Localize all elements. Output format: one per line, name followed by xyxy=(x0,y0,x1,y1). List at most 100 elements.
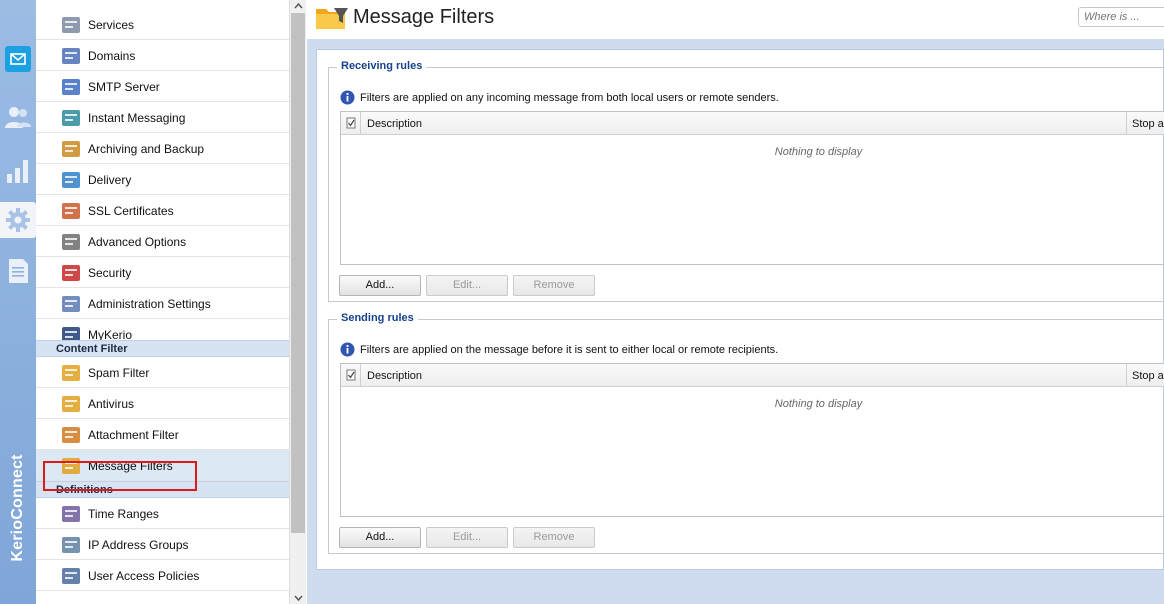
nav-item-label: Instant Messaging xyxy=(88,111,186,125)
chevron-up-icon xyxy=(294,2,303,9)
description-column-header[interactable]: Description xyxy=(367,370,422,382)
nav-item-user-access-policies[interactable]: User Access Policies xyxy=(36,560,289,591)
nav-item-label: Spam Filter xyxy=(88,366,150,380)
scroll-down-button[interactable] xyxy=(290,592,307,604)
archiving-icon xyxy=(61,139,81,159)
empty-message: Nothing to display xyxy=(774,398,863,410)
nav-item-label: Domains xyxy=(88,49,136,63)
nav-item-label: Security xyxy=(88,266,132,280)
nav-item-label: User Access Policies xyxy=(88,569,200,583)
users-rail-button[interactable] xyxy=(0,99,36,135)
receiving-rules-section: Receiving rules Filters are applied on a… xyxy=(328,60,1164,302)
statistics-rail-button[interactable] xyxy=(0,152,36,188)
scroll-thumb[interactable] xyxy=(291,13,305,533)
highlight-annotation xyxy=(43,461,197,491)
configuration-rail-button[interactable] xyxy=(0,202,36,238)
main-pane: Message Filters Receiving rules Filters … xyxy=(306,0,1164,604)
info-icon xyxy=(340,90,355,105)
antivirus-icon xyxy=(61,394,81,414)
receiving-rules-grid[interactable]: Description Stop ar Nothing to display xyxy=(340,111,1164,265)
nav-item-spam-filter[interactable]: Spam Filter xyxy=(36,357,289,388)
nav-item-domains[interactable]: Domains xyxy=(36,40,289,71)
app-rail: KerioConnect xyxy=(0,0,36,604)
stop-column-header[interactable]: Stop ar xyxy=(1132,370,1164,382)
chevron-down-icon xyxy=(294,595,303,602)
gear-icon xyxy=(6,208,30,232)
receiving-remove-button[interactable]: Remove xyxy=(513,275,595,296)
spam-filter-icon xyxy=(61,363,81,383)
nav-item-instant-messaging[interactable]: Instant Messaging xyxy=(36,102,289,133)
user-policies-icon xyxy=(61,566,81,586)
administration-icon xyxy=(61,294,81,314)
nav-item-label: IP Address Groups xyxy=(88,538,189,552)
ip-groups-icon xyxy=(61,535,81,555)
search-input[interactable] xyxy=(1078,7,1164,27)
sending-rules-grid[interactable]: Description Stop ar Nothing to display xyxy=(340,363,1164,517)
nav-item-time-ranges[interactable]: Time Ranges xyxy=(36,498,289,529)
nav-item-ip-address-groups[interactable]: IP Address Groups xyxy=(36,529,289,560)
sending-rules-section: Sending rules Filters are applied on the… xyxy=(328,312,1164,554)
receiving-add-button[interactable]: Add... xyxy=(339,275,421,296)
nav-item-advanced-options[interactable]: Advanced Options xyxy=(36,226,289,257)
receiving-info-text: Filters are applied on any incoming mess… xyxy=(360,92,779,104)
nav-item-delivery[interactable]: Delivery xyxy=(36,164,289,195)
certificate-icon xyxy=(61,201,81,221)
nav-item-smtp-server[interactable]: SMTP Server xyxy=(36,71,289,102)
checkbox-icon xyxy=(346,369,356,381)
scroll-up-button[interactable] xyxy=(290,0,307,12)
sending-rules-legend: Sending rules xyxy=(337,312,418,324)
nav-scrollbar[interactable] xyxy=(289,0,306,604)
sending-add-button[interactable]: Add... xyxy=(339,527,421,548)
time-ranges-icon xyxy=(61,504,81,524)
mail-icon xyxy=(5,46,31,72)
checkbox-column-header[interactable] xyxy=(341,112,361,135)
logs-icon xyxy=(9,259,28,283)
delivery-icon xyxy=(61,170,81,190)
navigation-tree: Services Domains SMTP Server Instant Messag… xyxy=(36,0,289,604)
advanced-options-icon xyxy=(61,232,81,252)
brand-text: KerioConnect xyxy=(9,454,26,562)
sending-edit-button[interactable]: Edit... xyxy=(426,527,508,548)
nav-item-administration-settings[interactable]: Administration Settings xyxy=(36,288,289,319)
receiving-grid-header: Description Stop ar xyxy=(341,112,1164,135)
users-icon xyxy=(5,107,31,128)
checkbox-icon xyxy=(346,117,356,129)
section-header-content-filter-label: Content Filter xyxy=(56,343,128,355)
attachment-filter-icon xyxy=(61,425,81,445)
domains-icon xyxy=(61,46,81,66)
sending-remove-button[interactable]: Remove xyxy=(513,527,595,548)
nav-item-label: Services xyxy=(88,18,135,32)
nav-item-ssl-certificates[interactable]: SSL Certificates xyxy=(36,195,289,226)
mail-rail-button[interactable] xyxy=(0,41,36,77)
smtp-server-icon xyxy=(61,77,81,97)
description-column-header[interactable]: Description xyxy=(367,118,422,130)
bar-chart-icon xyxy=(7,160,28,183)
nav-item-label: Attachment Filter xyxy=(88,428,179,442)
column-separator xyxy=(1126,112,1127,135)
nav-item-label: Delivery xyxy=(88,173,132,187)
checkbox-column-header[interactable] xyxy=(341,364,361,387)
nav-item-label: Time Ranges xyxy=(88,507,159,521)
services-icon xyxy=(61,15,81,35)
nav-item-security[interactable]: Security xyxy=(36,257,289,288)
logs-rail-button[interactable] xyxy=(0,253,36,289)
info-icon xyxy=(340,342,355,357)
instant-messaging-icon xyxy=(61,108,81,128)
message-filters-folder-icon xyxy=(316,8,348,29)
nav-item-attachment-filter[interactable]: Attachment Filter xyxy=(36,419,289,450)
stop-column-header[interactable]: Stop ar xyxy=(1132,118,1164,130)
page-title: Message Filters xyxy=(353,6,495,28)
sending-grid-header: Description Stop ar xyxy=(341,364,1164,387)
nav-item-services[interactable]: Services xyxy=(36,9,289,40)
security-icon xyxy=(61,263,81,283)
empty-message: Nothing to display xyxy=(774,146,863,158)
nav-item-antivirus[interactable]: Antivirus xyxy=(36,388,289,419)
receiving-edit-button[interactable]: Edit... xyxy=(426,275,508,296)
nav-item-label: Administration Settings xyxy=(88,297,211,311)
section-header-content-filter: Content Filter xyxy=(36,340,289,357)
nav-item-label: SSL Certificates xyxy=(88,204,174,218)
nav-item-archiving-and-backup[interactable]: Archiving and Backup xyxy=(36,133,289,164)
nav-item-label: Antivirus xyxy=(88,397,135,411)
receiving-rules-legend: Receiving rules xyxy=(337,60,427,72)
nav-item-label: Advanced Options xyxy=(88,235,187,249)
